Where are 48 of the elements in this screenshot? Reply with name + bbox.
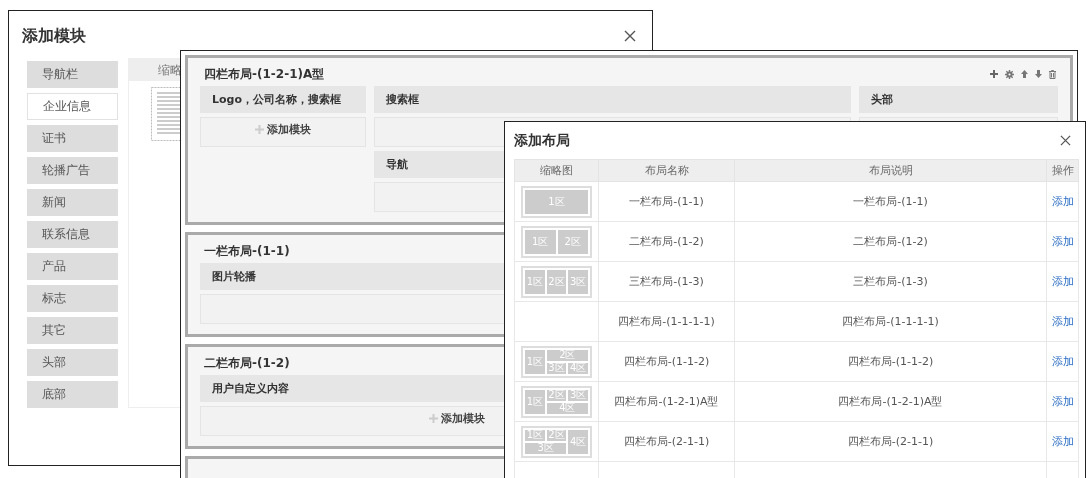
close-icon[interactable]	[1060, 135, 1071, 146]
table-cell: 四栏布局-(1-2-1)A型	[598, 381, 735, 422]
sidebar-item[interactable]: 标志	[27, 285, 118, 312]
column-header: 布局说明	[734, 159, 1047, 182]
sidebar-item[interactable]: 底部	[27, 381, 118, 408]
sidebar-item[interactable]: 轮播广告	[27, 157, 118, 184]
sidebar-item[interactable]: 产品	[27, 253, 118, 280]
add-module-button[interactable]: 添加模块	[253, 118, 313, 141]
table-cell: 四栏布局-(2-1-1)	[734, 421, 1047, 462]
add-module-button[interactable]: 添加模块	[427, 407, 487, 430]
close-icon[interactable]	[624, 30, 636, 42]
plus-icon	[429, 414, 438, 423]
column-header: 布局名称	[598, 159, 735, 182]
arrow-down-icon[interactable]	[1035, 70, 1042, 78]
section-title: 二栏布局-(1-2)	[204, 354, 290, 372]
plus-icon	[255, 125, 264, 134]
sidebar-item[interactable]: 新闻	[27, 189, 118, 216]
table-cell: 二栏布局-(1-2)	[734, 221, 1047, 262]
table-cell: 四栏布局-(1-1-2)	[734, 341, 1047, 382]
table-cell: 四栏布局-(1-1-1-1)	[734, 301, 1047, 342]
sidebar-item[interactable]: 联系信息	[27, 221, 118, 248]
section-title: 一栏布局-(1-1)	[204, 242, 290, 260]
table-cell: 四栏布局-(2-1-1)	[598, 421, 735, 462]
column-header: 操作	[1046, 159, 1079, 182]
table-cell: 一栏布局-(1-1)	[734, 181, 1047, 222]
table-cell: 四栏布局-(1-1-1-1)	[598, 301, 735, 342]
module-header: Logo，公司名称，搜索框	[200, 86, 366, 113]
column-header: 缩略图	[514, 159, 599, 182]
sidebar-item[interactable]: 证书	[27, 125, 118, 152]
sidebar-item[interactable]: 其它	[27, 317, 118, 344]
arrow-up-icon[interactable]	[1021, 70, 1028, 78]
table-cell: 四栏布局-(1-1-2)	[598, 341, 735, 382]
dialog-title: 添加模块	[22, 25, 86, 47]
trash-icon[interactable]	[1049, 69, 1056, 79]
module-header: 头部	[859, 86, 1058, 113]
table-cell: 三栏布局-(1-3)	[734, 261, 1047, 302]
table-cell: 二栏布局-(1-2)	[598, 221, 735, 262]
table-cell: 四栏布局-(1-2-1)A型	[734, 381, 1047, 422]
settings-icon[interactable]	[1005, 69, 1014, 79]
add-icon[interactable]	[990, 70, 998, 78]
sidebar-item[interactable]: 导航栏	[27, 61, 118, 88]
table-cell: 三栏布局-(1-3)	[598, 261, 735, 302]
sidebar-item[interactable]: 企业信息	[27, 93, 118, 120]
section-title: 四栏布局-(1-2-1)A型	[204, 65, 325, 83]
table-cell: 一栏布局-(1-1)	[598, 181, 735, 222]
sidebar-item[interactable]: 头部	[27, 349, 118, 376]
module-header: 搜索框	[374, 86, 851, 113]
dialog-title: 添加布局	[514, 131, 570, 150]
